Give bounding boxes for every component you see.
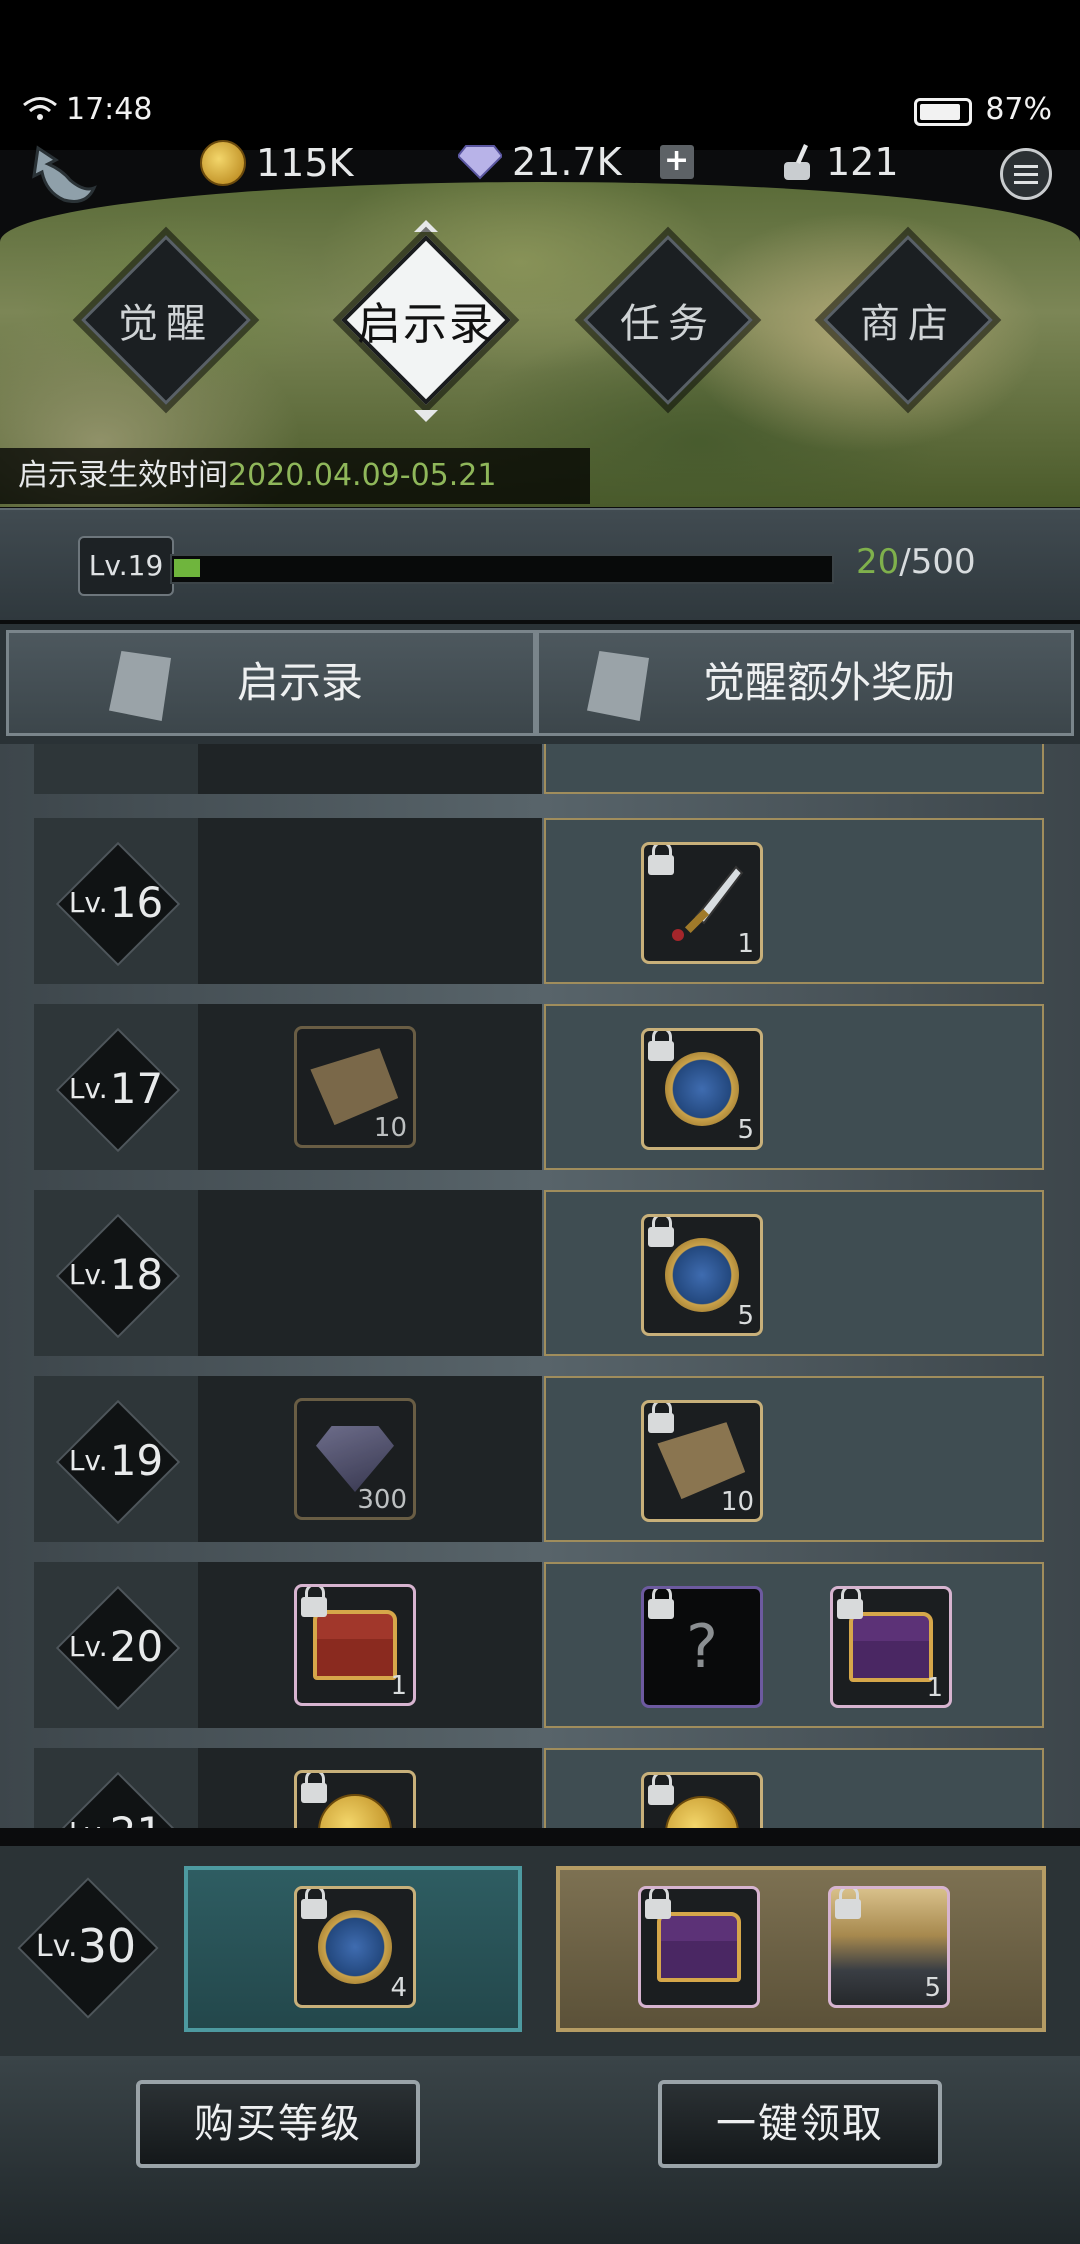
reward-chest[interactable]: 1 bbox=[830, 1586, 952, 1708]
level-progress-fill bbox=[174, 559, 200, 577]
level-badge: Lv. 19 bbox=[55, 1399, 181, 1525]
table-row: Lv.21 bbox=[34, 1748, 1044, 1828]
book-icon bbox=[587, 651, 649, 721]
table-row: Lv. 20 1 ? 1 bbox=[34, 1562, 1044, 1728]
lock-icon bbox=[831, 1889, 865, 1921]
reward-list[interactable]: Lv. 16 1 Lv. 17 10 5 Lv. 18 5 Lv. 19 300… bbox=[0, 744, 1080, 1828]
effective-period: 启示录生效时间2020.04.09-05.21 bbox=[0, 448, 590, 504]
reward-scroll[interactable]: 10 bbox=[641, 1400, 763, 1522]
bottom-bar: 购买等级 一键领取 bbox=[0, 2056, 1080, 2244]
reward-gold[interactable] bbox=[641, 1772, 763, 1828]
reward-scroll[interactable]: 10 bbox=[294, 1026, 416, 1148]
column-headers: 启示录 觉醒额外奖励 bbox=[0, 624, 1080, 744]
effective-dates: 2020.04.09-05.21 bbox=[228, 458, 497, 493]
lock-icon bbox=[644, 1403, 678, 1435]
reward-compass[interactable]: 5 bbox=[641, 1214, 763, 1336]
lock-icon bbox=[644, 1775, 678, 1807]
claim-all-button[interactable]: 一键领取 bbox=[658, 2080, 942, 2168]
lock-icon bbox=[833, 1589, 867, 1621]
lock-icon bbox=[297, 1587, 331, 1619]
chest-icon bbox=[313, 1610, 397, 1680]
book-icon bbox=[109, 651, 171, 721]
milestone-awaken-box: 5 bbox=[556, 1866, 1046, 2032]
gold-coin-icon bbox=[200, 140, 246, 186]
compass-icon bbox=[665, 1052, 739, 1126]
ink-counter: 121 bbox=[778, 140, 899, 184]
table-row bbox=[34, 744, 1044, 794]
effective-label: 启示录生效时间 bbox=[18, 458, 228, 493]
reward-gold[interactable] bbox=[294, 1770, 416, 1828]
compass-icon bbox=[665, 1238, 739, 1312]
clock: 17:48 bbox=[66, 92, 153, 127]
wifi-icon bbox=[23, 97, 57, 120]
reward-compass[interactable]: 4 bbox=[294, 1886, 416, 2008]
level-panel: Lv.19 20/500 bbox=[0, 508, 1080, 620]
lock-icon bbox=[644, 845, 678, 877]
reward-compass[interactable]: 5 bbox=[641, 1028, 763, 1150]
gem-icon bbox=[316, 1426, 394, 1492]
reward-chest[interactable] bbox=[638, 1886, 760, 2008]
compass-icon bbox=[318, 1910, 392, 1984]
milestone-row: Lv. 30 4 5 bbox=[0, 1846, 1080, 2056]
level-progress-bar bbox=[170, 554, 834, 584]
reward-mystery[interactable]: ? bbox=[641, 1586, 763, 1708]
table-row: Lv. 17 10 5 bbox=[34, 1004, 1044, 1170]
level-progress-text: 20/500 bbox=[856, 542, 976, 582]
status-bar: 17:48 87% bbox=[0, 0, 1080, 150]
reward-character[interactable]: 5 bbox=[828, 1886, 950, 2008]
lock-icon bbox=[641, 1889, 675, 1921]
buy-level-button[interactable]: 购买等级 bbox=[136, 2080, 420, 2168]
gold-counter: 115K bbox=[200, 140, 353, 186]
menu-button[interactable] bbox=[1000, 148, 1052, 200]
table-row: Lv. 16 1 bbox=[34, 818, 1044, 984]
battery-percent: 87% bbox=[985, 92, 1052, 127]
lock-icon bbox=[644, 1031, 678, 1063]
column-awaken-bonus: 觉醒额外奖励 bbox=[536, 630, 1074, 736]
gold-value: 115K bbox=[256, 141, 354, 185]
table-row: Lv. 19 300 10 bbox=[34, 1376, 1044, 1542]
table-row: Lv. 18 5 bbox=[34, 1190, 1044, 1356]
battery-icon bbox=[914, 98, 972, 126]
level-badge: Lv.21 bbox=[55, 1771, 181, 1828]
diamond-counter: 21.7K + bbox=[458, 140, 694, 184]
tab-shop[interactable]: 商店 bbox=[818, 230, 998, 410]
diamond-value: 21.7K bbox=[512, 140, 622, 184]
reward-sword[interactable]: 1 bbox=[641, 842, 763, 964]
tab-awaken[interactable]: 觉醒 bbox=[76, 230, 256, 410]
tab-bar: 觉醒 启示录 任务 商店 bbox=[0, 220, 1080, 430]
level-badge: Lv. 30 bbox=[16, 1876, 159, 2019]
back-icon[interactable] bbox=[28, 140, 100, 208]
level-badge: Lv. 17 bbox=[55, 1027, 181, 1153]
reward-gem[interactable]: 300 bbox=[294, 1398, 416, 1520]
ink-icon bbox=[784, 144, 810, 180]
tab-tasks[interactable]: 任务 bbox=[578, 230, 758, 410]
level-badge: Lv. 18 bbox=[55, 1213, 181, 1339]
reward-chest[interactable]: 1 bbox=[294, 1584, 416, 1706]
diamond-icon bbox=[458, 145, 502, 180]
ink-value: 121 bbox=[826, 140, 899, 184]
level-badge: Lv. 16 bbox=[55, 841, 181, 967]
column-apocalypse: 启示录 bbox=[6, 630, 536, 736]
chevron-down-icon bbox=[414, 410, 438, 422]
add-diamond-button[interactable]: + bbox=[659, 145, 694, 179]
tab-apocalypse[interactable]: 启示录 bbox=[336, 220, 516, 422]
lock-icon bbox=[297, 1889, 331, 1921]
level-tag: Lv.19 bbox=[78, 536, 174, 596]
lock-icon bbox=[644, 1217, 678, 1249]
milestone-apocalypse-box: 4 bbox=[184, 1866, 522, 2032]
lock-icon bbox=[644, 1589, 678, 1621]
chest-icon bbox=[849, 1612, 933, 1682]
level-badge: Lv. 20 bbox=[55, 1585, 181, 1711]
chest-icon bbox=[657, 1912, 741, 1982]
lock-icon bbox=[297, 1773, 331, 1805]
